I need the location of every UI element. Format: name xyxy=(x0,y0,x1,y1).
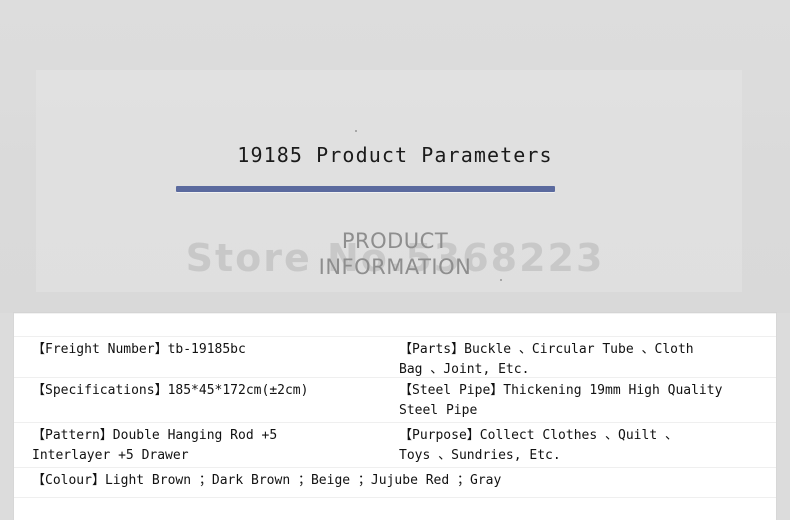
product-information-line-1: PRODUCT xyxy=(341,229,449,253)
pattern-cell: 【Pattern】Double Hanging Rod +5 Interlaye… xyxy=(32,428,278,463)
freight-number-cell: 【Freight Number】tb-19185bc xyxy=(32,342,246,357)
page-title: 19185 Product Parameters xyxy=(237,143,553,167)
title-divider xyxy=(176,186,555,192)
artifact-speck xyxy=(500,279,502,281)
table-row: 【Pattern】Double Hanging Rod +5 Interlaye… xyxy=(14,423,776,468)
table-top-spacer xyxy=(14,313,776,337)
parameters-table: 【Freight Number】tb-19185bc 【Parts】Buckle… xyxy=(14,313,776,520)
banner-section: 19185 Product Parameters Store No.536822… xyxy=(0,0,790,313)
table-row: 【Freight Number】tb-19185bc 【Parts】Buckle… xyxy=(14,337,776,378)
colour-cell: 【Colour】Light Brown ；Dark Brown ；Beige ；… xyxy=(32,473,502,488)
table-row: 【Colour】Light Brown ；Dark Brown ；Beige ；… xyxy=(14,468,776,498)
product-information-line-2: INFORMATION xyxy=(318,255,472,279)
table-row: 【Specifications】185*45*172cm(±2cm) 【Stee… xyxy=(14,378,776,423)
table-bottom-spacer xyxy=(14,498,776,520)
product-information-label: PRODUCT INFORMATION xyxy=(0,228,790,280)
product-parameters-page: 19185 Product Parameters Store No.536822… xyxy=(0,0,790,520)
parts-cell: 【Parts】Buckle 、Circular Tube 、Cloth Bag … xyxy=(399,342,694,377)
specifications-cell: 【Specifications】185*45*172cm(±2cm) xyxy=(32,383,309,398)
purpose-cell: 【Purpose】Collect Clothes 、Quilt 、 Toys 、… xyxy=(399,428,678,463)
steel-pipe-cell: 【Steel Pipe】Thickening 19mm High Quality… xyxy=(399,383,723,418)
artifact-speck xyxy=(355,130,357,132)
